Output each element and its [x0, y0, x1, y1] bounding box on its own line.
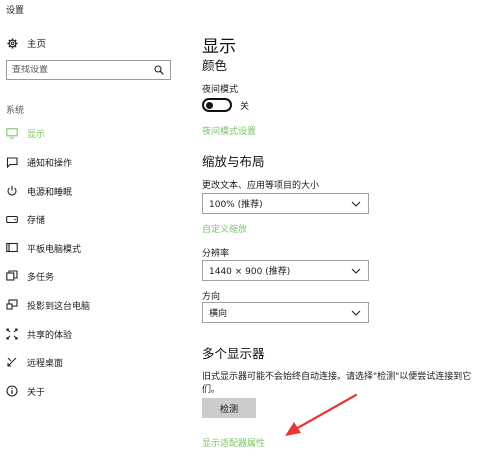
section-title: 系统: [6, 106, 25, 116]
sidebar-item-label: 显示: [27, 129, 46, 140]
chevron-down-icon: [350, 198, 362, 210]
resolution-value: 1440 × 900 (推荐): [209, 267, 291, 277]
orientation-dropdown[interactable]: 横向: [202, 302, 369, 323]
sidebar-item-remote-desktop[interactable]: 远程桌面: [6, 354, 186, 370]
multi-display-heading: 多个显示器: [202, 346, 265, 361]
scale-heading: 缩放与布局: [202, 154, 265, 169]
sidebar-item-label: 远程桌面: [27, 358, 64, 369]
text-size-value: 100% (推荐): [209, 200, 263, 210]
color-heading: 颜色: [202, 58, 228, 73]
resolution-label: 分辨率: [202, 249, 230, 259]
sidebar-item-storage[interactable]: 存储: [6, 211, 186, 227]
sidebar-item-label: 关于: [27, 387, 46, 398]
sidebar-item-label: 通知和操作: [27, 158, 73, 169]
night-light-row: 关: [202, 98, 249, 112]
text-size-dropdown[interactable]: 100% (推荐): [202, 193, 369, 214]
annotation-arrow: [285, 393, 358, 436]
search-icon[interactable]: [153, 64, 165, 76]
project-icon: [6, 299, 18, 311]
page-title: 显示: [202, 37, 236, 57]
notification-icon: [6, 156, 18, 168]
sidebar-item-label: 多任务: [27, 272, 55, 283]
search-input[interactable]: [12, 65, 152, 75]
sidebar-item-display[interactable]: 显示: [6, 125, 186, 141]
multitasking-icon: [6, 270, 18, 282]
shared-experiences-icon: [6, 328, 18, 340]
resolution-dropdown[interactable]: 1440 × 900 (推荐): [202, 260, 369, 281]
sidebar-item-label: 电源和睡眠: [27, 187, 73, 198]
night-light-toggle[interactable]: [202, 98, 232, 112]
sidebar-item-multitasking[interactable]: 多任务: [6, 268, 186, 284]
sidebar-home-label: 主页: [27, 39, 47, 50]
gear-icon: [6, 37, 18, 49]
toggle-knob: [206, 101, 213, 109]
sidebar-item-project[interactable]: 投影到这台电脑: [6, 297, 186, 313]
chevron-down-icon: [350, 265, 362, 277]
search-box[interactable]: [6, 60, 171, 80]
sidebar-item-power-sleep[interactable]: 电源和睡眠: [6, 183, 186, 199]
sidebar-item-shared-experiences[interactable]: 共享的体验: [6, 326, 186, 342]
display-adapter-properties-link[interactable]: 显示适配器属性: [202, 436, 265, 449]
orientation-value: 横向: [209, 309, 228, 319]
sidebar-home[interactable]: 主页: [6, 36, 46, 50]
remote-desktop-icon: [6, 356, 18, 368]
orientation-label: 方向: [202, 292, 221, 302]
sidebar-item-label: 存储: [27, 215, 46, 226]
night-light-settings-link[interactable]: 夜间模式设置: [202, 124, 256, 137]
custom-scaling-link[interactable]: 自定义缩放: [202, 222, 247, 235]
sidebar-item-notifications[interactable]: 通知和操作: [6, 154, 186, 170]
storage-icon: [6, 213, 18, 225]
night-light-state: 关: [240, 101, 250, 112]
monitor-icon: [6, 127, 18, 139]
sidebar-item-about[interactable]: 关于: [6, 383, 186, 399]
sidebar-item-label: 共享的体验: [27, 330, 73, 341]
text-size-label: 更改文本、应用等项目的大小: [202, 181, 320, 191]
window-title: 设置: [6, 6, 25, 16]
night-light-label: 夜间模式: [202, 85, 239, 95]
sidebar-item-label: 平板电脑模式: [27, 244, 82, 255]
sidebar-item-tablet-mode[interactable]: 平板电脑模式: [6, 240, 186, 256]
info-icon: [6, 385, 18, 397]
tablet-mode-icon: [6, 242, 18, 254]
chevron-down-icon: [350, 307, 362, 319]
detect-button[interactable]: 检测: [202, 398, 256, 418]
power-icon: [6, 185, 18, 197]
sidebar-item-label: 投影到这台电脑: [27, 301, 91, 312]
